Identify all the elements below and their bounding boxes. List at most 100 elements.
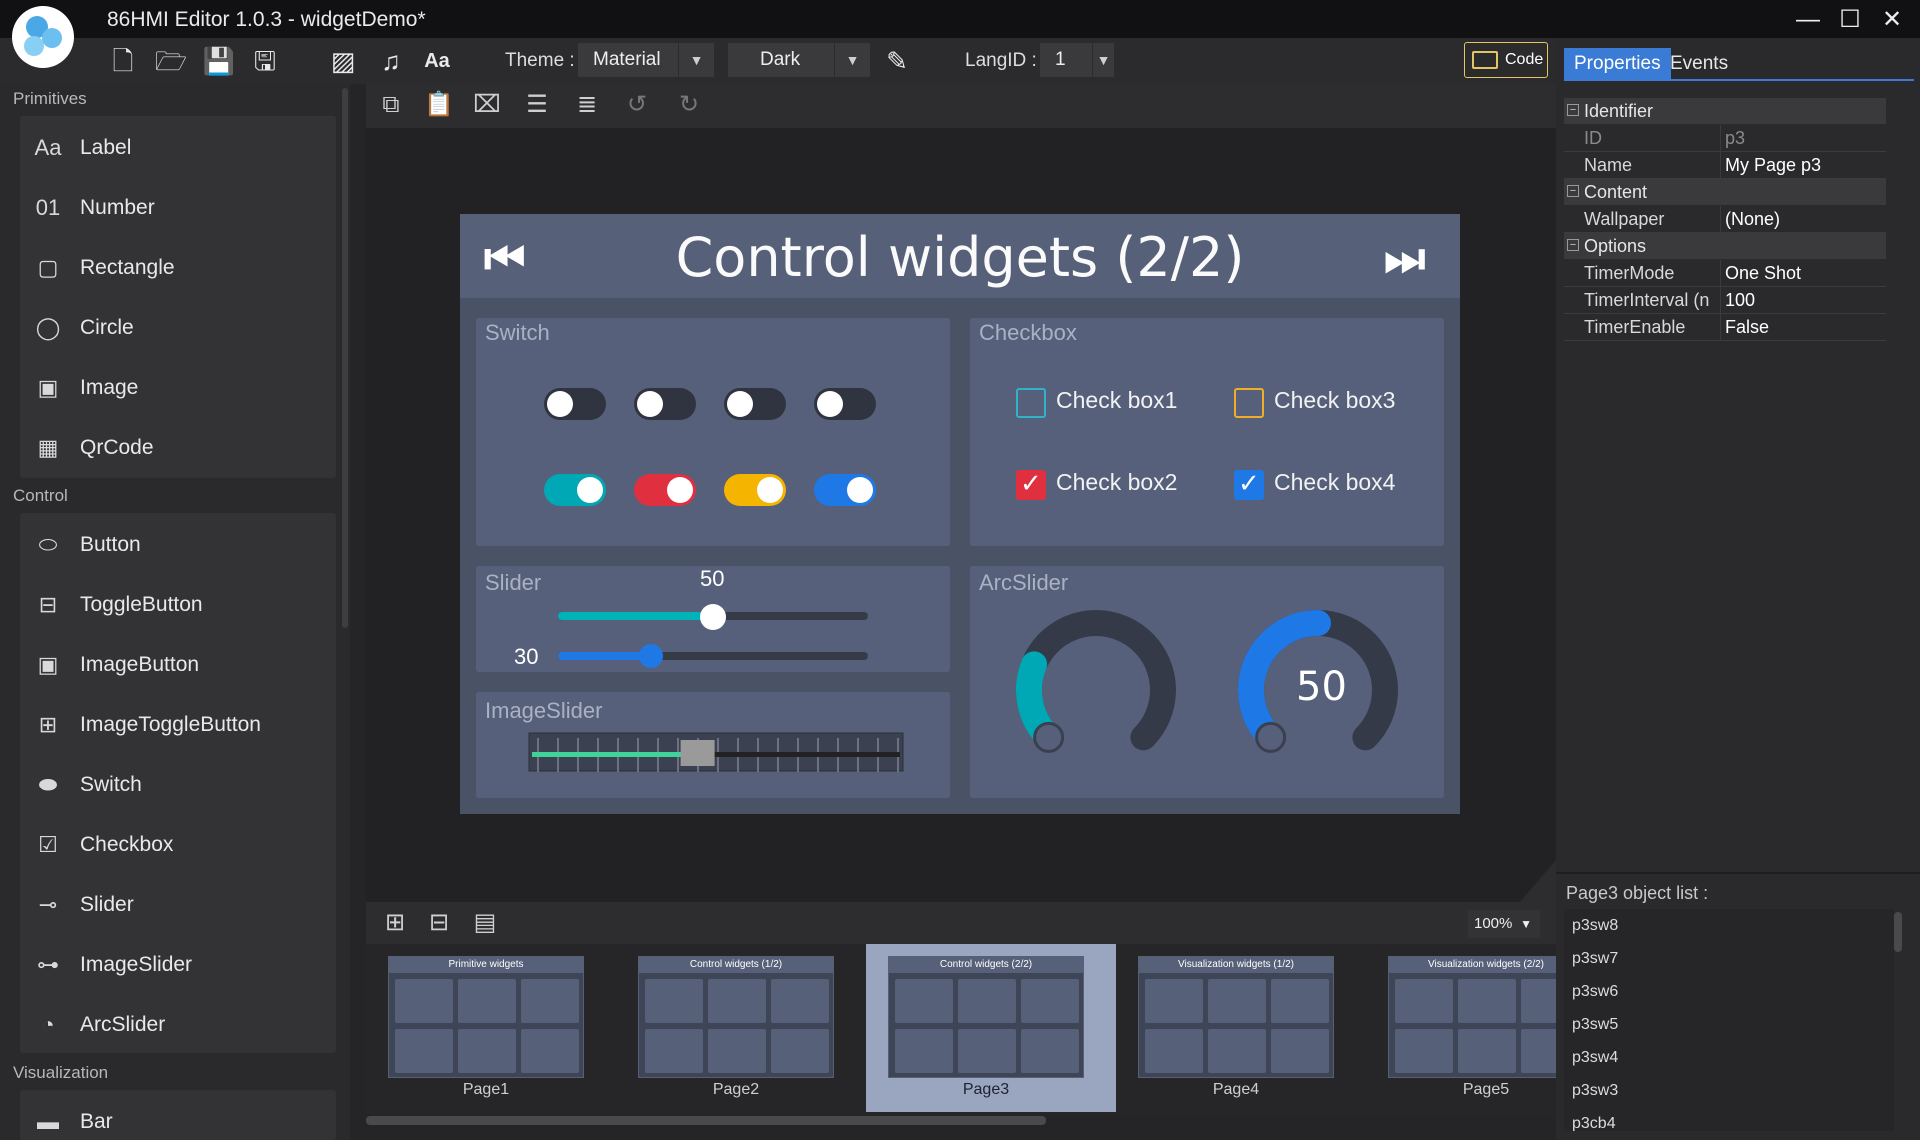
send-backward-icon[interactable]: ≣	[570, 88, 604, 122]
palette-item-image[interactable]: ▣ Image	[32, 358, 332, 418]
image-resource-icon[interactable]: ▨	[326, 44, 360, 78]
page-thumbnail[interactable]: Control widgets (2/2)	[888, 956, 1084, 1078]
palette-item-arcslider[interactable]: ◔ ArcSlider	[32, 995, 332, 1055]
delete-icon[interactable]: ⌧	[470, 88, 504, 122]
langid-select[interactable]: 1 ▼	[1040, 43, 1114, 77]
switch-on[interactable]	[724, 474, 786, 506]
collapse-icon[interactable]: −	[1567, 239, 1579, 251]
page-thumbnail[interactable]: Control widgets (1/2)	[638, 956, 834, 1078]
thumbnails-scrollbar[interactable]	[366, 1116, 1046, 1125]
object-list-item[interactable]: p3sw6	[1572, 983, 1618, 1001]
checkbox[interactable]	[1234, 388, 1264, 418]
palette-item-imagebutton[interactable]: ▣ ImageButton	[32, 635, 332, 695]
property-value[interactable]: My Page p3	[1720, 152, 1886, 179]
collapse-icon[interactable]: −	[1567, 185, 1579, 197]
object-list[interactable]: p3sw8 p3sw7 p3sw6 p3sw5 p3sw4 p3sw3 p3cb4	[1564, 909, 1894, 1131]
page-thumbnail[interactable]: Visualization widgets (1/2)	[1138, 956, 1334, 1078]
music-resource-icon[interactable]: ♫	[374, 44, 408, 78]
object-list-item[interactable]: p3sw5	[1572, 1016, 1618, 1034]
section-identifier[interactable]: − Identifier	[1564, 98, 1886, 124]
thumbnail-widget	[895, 979, 953, 1023]
switch-on[interactable]	[814, 474, 876, 506]
object-list-item[interactable]: p3sw8	[1572, 917, 1618, 935]
switch-on[interactable]	[634, 474, 696, 506]
property-row[interactable]: TimerMode One Shot	[1564, 260, 1886, 287]
checkbox[interactable]	[1016, 388, 1046, 418]
checkbox[interactable]: ✓	[1016, 468, 1046, 500]
property-row[interactable]: Name My Page p3	[1564, 152, 1886, 179]
property-value[interactable]: One Shot	[1720, 260, 1886, 287]
property-value[interactable]: False	[1720, 314, 1886, 341]
arcsliders[interactable]	[1000, 600, 1420, 780]
palette-item-number[interactable]: 01 Number	[32, 178, 332, 238]
palette-item-imagetogglebutton[interactable]: ⊞ ImageToggleButton	[32, 695, 332, 755]
code-button[interactable]: Code	[1464, 42, 1548, 78]
switch-off[interactable]	[724, 388, 786, 420]
paste-icon[interactable]: 📋	[422, 88, 456, 122]
collapse-icon[interactable]: −	[1567, 104, 1579, 116]
switch-off[interactable]	[634, 388, 696, 420]
palette-item-switch[interactable]: ⬬ Switch	[32, 755, 332, 815]
open-folder-icon[interactable]: 🗁	[154, 44, 188, 78]
checkbox[interactable]: ✓	[1234, 468, 1264, 500]
palette-item-rectangle[interactable]: ▢ Rectangle	[32, 238, 332, 298]
slider2-track[interactable]	[558, 652, 868, 660]
page-thumbnail[interactable]: Primitive widgets	[388, 956, 584, 1078]
close-icon[interactable]: ✕	[1872, 4, 1912, 36]
object-list-item[interactable]: p3sw4	[1572, 1049, 1618, 1067]
property-row[interactable]: TimerInterval (n 100	[1564, 287, 1886, 314]
bring-forward-icon[interactable]: ☰	[520, 88, 554, 122]
undo-icon[interactable]: ↺	[620, 88, 654, 122]
edit-icon[interactable]: ✎	[880, 44, 914, 78]
property-row[interactable]: Wallpaper (None)	[1564, 206, 1886, 233]
property-value[interactable]: p3	[1720, 125, 1886, 152]
minimize-icon[interactable]: —	[1788, 4, 1828, 36]
imageslider[interactable]	[528, 732, 904, 778]
add-page-icon[interactable]: ⊞	[378, 906, 412, 940]
page-settings-icon[interactable]: ▤	[468, 906, 502, 940]
property-row[interactable]: TimerEnable False	[1564, 314, 1886, 341]
palette-item-slider[interactable]: ⊸ Slider	[32, 875, 332, 935]
tab-properties[interactable]: Properties	[1564, 48, 1671, 80]
tab-events[interactable]: Events	[1660, 48, 1738, 80]
page-thumbnail[interactable]: Visualization widgets (2/2)	[1388, 956, 1584, 1078]
object-list-item[interactable]: p3sw7	[1572, 950, 1618, 968]
prev-page-icon[interactable]: ⏮	[484, 234, 525, 282]
next-page-icon[interactable]: ⏭	[1384, 234, 1425, 282]
palette-scrollbar[interactable]	[342, 88, 348, 628]
maximize-icon[interactable]: ☐	[1830, 4, 1870, 36]
palette-item-imageslider[interactable]: ⊶ ImageSlider	[32, 935, 332, 995]
object-list-item[interactable]: p3cb4	[1572, 1115, 1616, 1131]
palette-item-label[interactable]: Aa Label	[32, 118, 332, 178]
theme-select[interactable]: Material ▼	[578, 43, 714, 77]
save-as-icon[interactable]: 🖫	[248, 44, 282, 78]
save-icon[interactable]: 💾	[202, 44, 236, 78]
palette-item-qrcode[interactable]: ▦ QrCode	[32, 418, 332, 478]
slider1-handle[interactable]	[700, 604, 726, 630]
object-list-item[interactable]: p3sw3	[1572, 1082, 1618, 1100]
splitter[interactable]	[1556, 872, 1920, 874]
slider2-handle[interactable]	[639, 644, 663, 668]
property-row[interactable]: ID p3	[1564, 125, 1886, 152]
section-options[interactable]: − Options	[1564, 233, 1886, 259]
switch-off[interactable]	[814, 388, 876, 420]
zoom-select[interactable]: 100% ▼	[1468, 910, 1540, 938]
switch-on[interactable]	[544, 474, 606, 506]
section-content[interactable]: − Content	[1564, 179, 1886, 205]
remove-page-icon[interactable]: ⊟	[422, 906, 456, 940]
objlist-scrollbar[interactable]	[1894, 912, 1902, 952]
property-value[interactable]: 100	[1720, 287, 1886, 314]
thumbnail-title: Visualization widgets (2/2)	[1389, 957, 1583, 973]
copy-icon[interactable]: ⧉	[374, 88, 408, 122]
new-file-icon[interactable]: 🗋	[106, 44, 140, 78]
palette-item-togglebutton[interactable]: ⊟ ToggleButton	[32, 575, 332, 635]
redo-icon[interactable]: ↻	[672, 88, 706, 122]
palette-item-button[interactable]: ⬭ Button	[32, 515, 332, 575]
palette-item-checkbox[interactable]: ☑ Checkbox	[32, 815, 332, 875]
font-resource-icon[interactable]: Aa	[420, 44, 454, 78]
switch-off[interactable]	[544, 388, 606, 420]
property-value[interactable]: (None)	[1720, 206, 1886, 233]
mode-select[interactable]: Dark ▼	[728, 43, 870, 77]
palette-item-circle[interactable]: ◯ Circle	[32, 298, 332, 358]
palette-item-bar[interactable]: ▬ Bar	[32, 1092, 332, 1140]
